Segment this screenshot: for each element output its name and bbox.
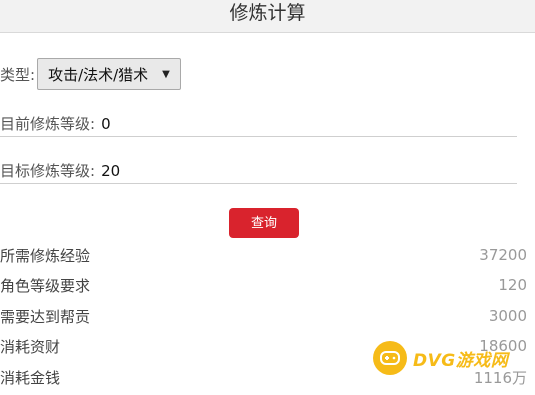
result-label: 消耗金钱: [0, 368, 61, 387]
result-value: 37200: [479, 246, 527, 264]
type-select[interactable]: 攻击/法术/猎术 ▼: [37, 58, 181, 90]
watermark: DVG游戏网: [373, 340, 533, 376]
target-level-input[interactable]: [101, 161, 517, 180]
result-label: 所需修炼经验: [0, 246, 91, 265]
gamepad-icon: [373, 341, 407, 375]
type-label: 类型:: [0, 65, 36, 84]
target-level-label: 目标修炼等级:: [0, 162, 96, 180]
result-label: 角色等级要求: [0, 276, 91, 295]
target-level-field: 目标修炼等级:: [0, 158, 517, 184]
result-label: 消耗资财: [0, 337, 61, 356]
current-level-field: 目前修炼等级:: [0, 111, 517, 137]
type-row: 类型: 攻击/法术/猎术 ▼: [0, 58, 181, 90]
watermark-text: DVG游戏网: [413, 350, 509, 371]
result-row: 所需修炼经验 37200: [0, 243, 527, 267]
query-button[interactable]: 查询: [229, 208, 299, 238]
current-level-input[interactable]: [101, 114, 517, 133]
current-level-label: 目前修炼等级:: [0, 115, 96, 133]
type-select-value: 攻击/法术/猎术: [48, 65, 149, 84]
result-label: 需要达到帮贡: [0, 307, 91, 326]
page-title: 修炼计算: [0, 0, 535, 33]
result-value: 120: [498, 276, 527, 294]
result-row: 需要达到帮贡 3000: [0, 304, 527, 328]
dropdown-arrow-icon: ▼: [162, 68, 170, 80]
result-row: 角色等级要求 120: [0, 273, 527, 297]
result-value: 3000: [488, 307, 527, 325]
calculator-page: 修炼计算 类型: 攻击/法术/猎术 ▼ 目前修炼等级: 目标修炼等级: 查询 所…: [0, 0, 535, 395]
